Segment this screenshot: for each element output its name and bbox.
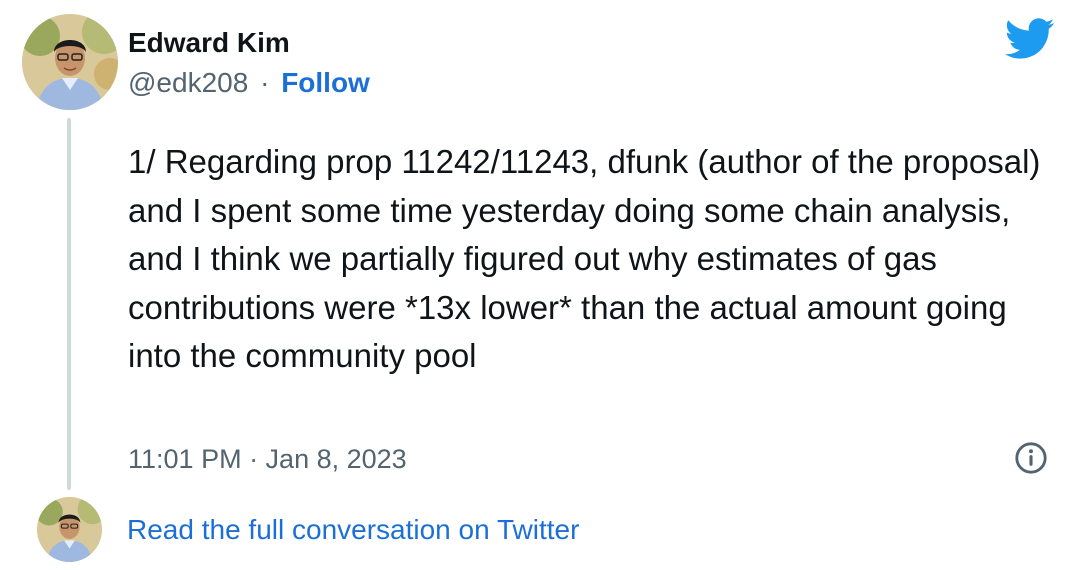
reply-avatar[interactable]	[37, 497, 102, 562]
separator-dot: ·	[260, 67, 270, 98]
info-icon[interactable]	[1014, 441, 1048, 475]
author-handle-row: @edk208 · Follow	[128, 66, 370, 100]
thread-connector-line	[67, 118, 71, 490]
author-name[interactable]: Edward Kim	[128, 26, 290, 60]
avatar-photo-small	[37, 497, 102, 562]
author-handle[interactable]: @edk208	[128, 67, 248, 98]
follow-button[interactable]: Follow	[281, 67, 370, 98]
avatar-photo	[22, 14, 118, 110]
read-full-conversation-link[interactable]: Read the full conversation on Twitter	[127, 513, 579, 547]
tweet-text: 1/ Regarding prop 11242/11243, dfunk (au…	[128, 143, 1041, 374]
embedded-tweet-card: Edward Kim @edk208 · Follow 1/ Regarding…	[0, 0, 1066, 570]
tweet-timestamp[interactable]: 11:01 PM · Jan 8, 2023	[128, 442, 407, 476]
twitter-bird-icon[interactable]	[1005, 18, 1055, 60]
author-avatar[interactable]	[22, 14, 118, 110]
